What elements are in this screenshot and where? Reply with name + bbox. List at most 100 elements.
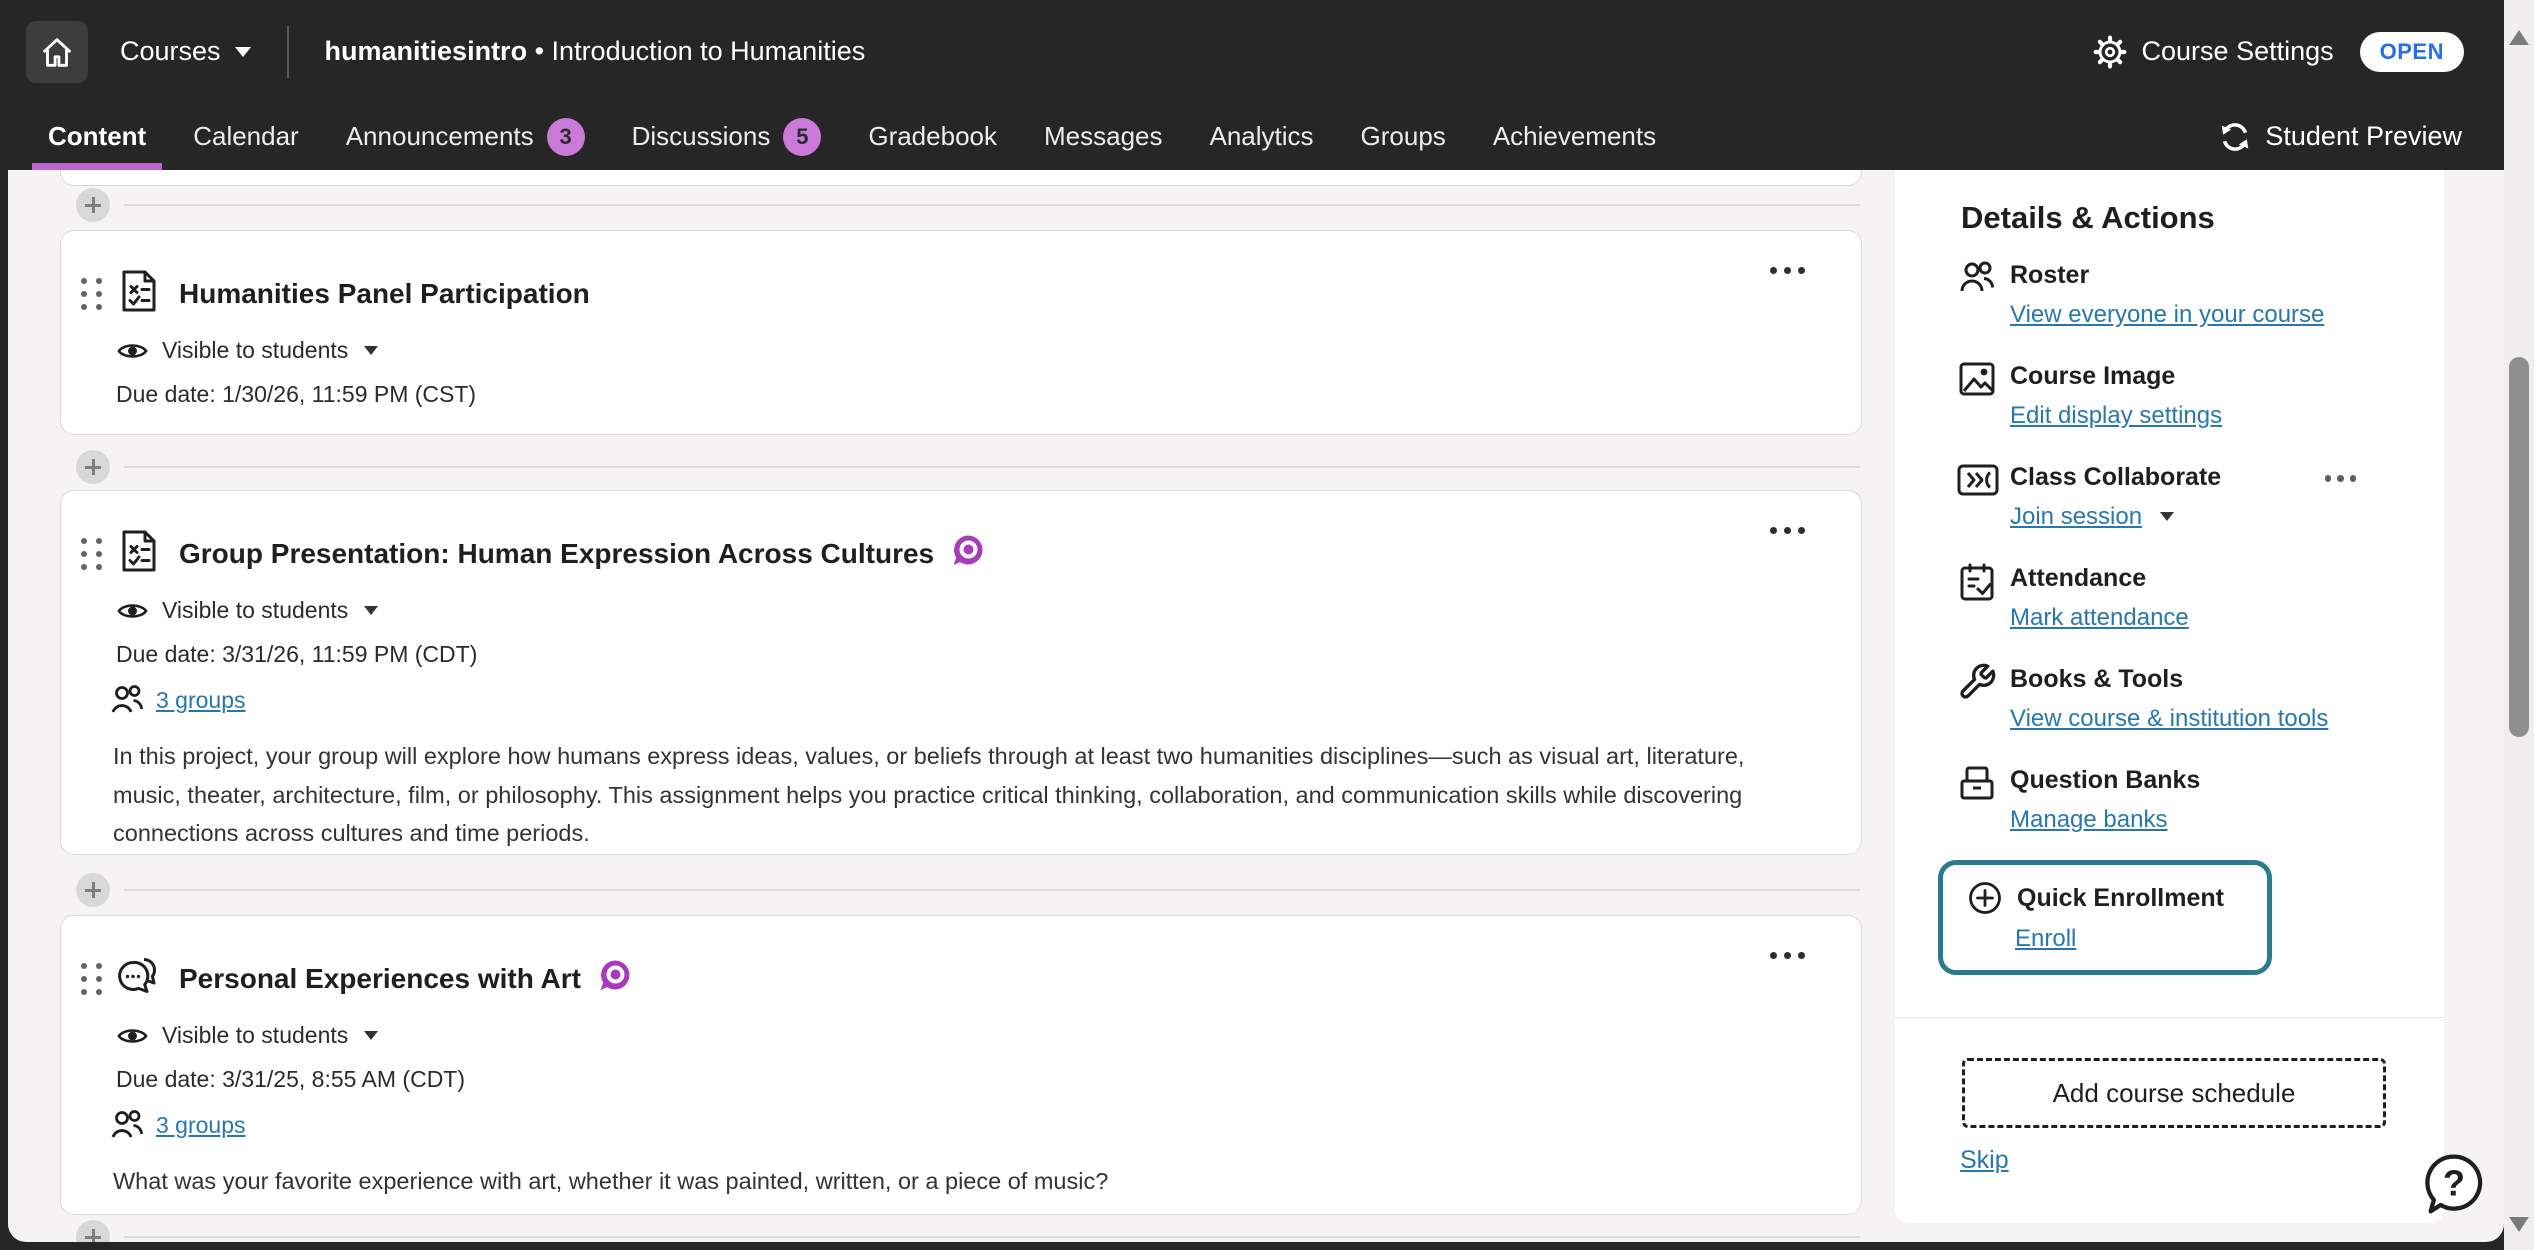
groups-link[interactable]: 3 groups bbox=[156, 687, 246, 714]
visibility-dropdown[interactable]: Visible to students bbox=[116, 597, 378, 624]
divider-line bbox=[124, 204, 1860, 206]
tab-announcements[interactable]: Announcements 3 bbox=[346, 103, 585, 170]
visibility-label: Visible to students bbox=[162, 597, 348, 624]
panel-item-label: Books & Tools bbox=[2010, 665, 2328, 694]
discussions-count-badge: 5 bbox=[783, 118, 821, 156]
content-card-discussion: Personal Experiences with Art Visible to… bbox=[60, 915, 1862, 1215]
add-content-divider bbox=[60, 450, 1862, 484]
top-bar: Courses humanitiesintro • Introduction t… bbox=[0, 0, 2504, 103]
attendance-icon bbox=[1957, 561, 1997, 632]
eye-icon bbox=[116, 599, 149, 623]
visibility-dropdown[interactable]: Visible to students bbox=[116, 337, 378, 364]
panel-item-label: Roster bbox=[2010, 261, 2324, 290]
scroll-up-arrow[interactable] bbox=[2509, 30, 2529, 45]
drag-handle-icon[interactable] bbox=[81, 278, 102, 310]
add-content-button[interactable] bbox=[76, 188, 110, 222]
header-divider bbox=[287, 26, 289, 78]
tab-gradebook[interactable]: Gradebook bbox=[868, 103, 997, 170]
drag-handle-icon[interactable] bbox=[81, 963, 102, 995]
tab-label: Calendar bbox=[193, 121, 299, 152]
tab-label: Announcements bbox=[346, 121, 534, 152]
manage-banks-link[interactable]: Manage banks bbox=[2010, 806, 2167, 834]
chevron-down-icon bbox=[364, 1031, 378, 1040]
tab-content[interactable]: Content bbox=[48, 103, 146, 170]
panel-item-label: Class Collaborate bbox=[2010, 463, 2221, 492]
question-banks-icon bbox=[1957, 763, 1997, 834]
panel-title: Details & Actions bbox=[1961, 200, 2444, 236]
skip-link[interactable]: Skip bbox=[1960, 1146, 2009, 1175]
open-status-badge[interactable]: OPEN bbox=[2360, 32, 2464, 72]
enroll-link[interactable]: Enroll bbox=[2015, 925, 2076, 953]
tab-label: Content bbox=[48, 121, 146, 152]
courses-label: Courses bbox=[120, 36, 221, 67]
blackboard-course-page: Courses humanitiesintro • Introduction t… bbox=[0, 0, 2534, 1250]
add-course-schedule-button[interactable]: Add course schedule bbox=[1962, 1058, 2386, 1128]
student-preview-button[interactable]: Student Preview bbox=[2218, 103, 2462, 170]
card-menu-button[interactable] bbox=[1764, 521, 1811, 540]
tab-groups[interactable]: Groups bbox=[1361, 103, 1446, 170]
groups-link[interactable]: 3 groups bbox=[156, 1112, 246, 1139]
course-tab-bar: Content Calendar Announcements 3 Discuss… bbox=[0, 103, 2504, 170]
home-button[interactable] bbox=[26, 21, 88, 83]
add-content-button[interactable] bbox=[76, 450, 110, 484]
chevron-down-icon bbox=[364, 606, 378, 615]
divider-line bbox=[124, 466, 1860, 468]
add-content-button[interactable] bbox=[76, 1220, 110, 1242]
chevron-down-icon bbox=[235, 47, 251, 57]
visibility-dropdown[interactable]: Visible to students bbox=[116, 1022, 378, 1049]
panel-item-collaborate: Class Collaborate Join session bbox=[1957, 463, 2424, 531]
card-menu-button[interactable] bbox=[1764, 261, 1811, 280]
join-session-link[interactable]: Join session bbox=[2010, 503, 2142, 531]
divider-line bbox=[124, 1236, 1860, 1238]
collaborate-menu-button[interactable] bbox=[2321, 471, 2361, 486]
drag-handle-icon[interactable] bbox=[81, 538, 102, 570]
partial-card-above bbox=[60, 170, 1862, 186]
tab-discussions[interactable]: Discussions 5 bbox=[632, 103, 822, 170]
groups-row: 3 groups bbox=[109, 682, 246, 718]
wrench-icon bbox=[1957, 662, 1997, 733]
help-button[interactable]: ? bbox=[2422, 1152, 2486, 1216]
item-description: What was your favorite experience with a… bbox=[113, 1162, 1773, 1201]
content-item-title[interactable]: Personal Experiences with Art bbox=[179, 963, 581, 995]
courses-menu[interactable]: Courses bbox=[120, 36, 251, 67]
panel-item-roster: Roster View everyone in your course bbox=[1957, 261, 2424, 329]
details-actions-panel: Details & Actions Roster View everyone i… bbox=[1895, 170, 2444, 1223]
add-content-divider bbox=[60, 1220, 1862, 1242]
card-menu-button[interactable] bbox=[1764, 946, 1811, 965]
card-header: Humanities Panel Participation bbox=[61, 231, 1861, 320]
edit-display-settings-link[interactable]: Edit display settings bbox=[2010, 402, 2222, 430]
scroll-down-arrow[interactable] bbox=[2509, 1217, 2529, 1232]
course-name: Introduction to Humanities bbox=[552, 36, 866, 66]
view-tools-link[interactable]: View course & institution tools bbox=[2010, 705, 2328, 733]
tab-label: Gradebook bbox=[868, 121, 997, 152]
eye-icon bbox=[116, 1024, 149, 1048]
tab-analytics[interactable]: Analytics bbox=[1210, 103, 1314, 170]
student-preview-label: Student Preview bbox=[2265, 121, 2462, 152]
chevron-down-icon bbox=[364, 346, 378, 355]
conversation-icon bbox=[597, 958, 633, 999]
roster-link[interactable]: View everyone in your course bbox=[2010, 301, 2324, 329]
tab-messages[interactable]: Messages bbox=[1044, 103, 1163, 170]
groups-row: 3 groups bbox=[109, 1107, 246, 1143]
content-item-title[interactable]: Group Presentation: Human Expression Acr… bbox=[179, 538, 934, 570]
panel-item-label: Attendance bbox=[2010, 564, 2189, 593]
chevron-down-icon bbox=[2160, 512, 2174, 521]
content-item-title[interactable]: Humanities Panel Participation bbox=[179, 278, 590, 310]
roster-icon bbox=[1957, 258, 1997, 329]
mark-attendance-link[interactable]: Mark attendance bbox=[2010, 604, 2189, 632]
panel-item-label: Quick Enrollment bbox=[2017, 884, 2224, 913]
panel-item-question-banks: Question Banks Manage banks bbox=[1957, 766, 2424, 834]
tab-calendar[interactable]: Calendar bbox=[193, 103, 299, 170]
course-id: humanitiesintro bbox=[325, 36, 528, 66]
scrollbar-thumb[interactable] bbox=[2509, 357, 2529, 737]
home-icon bbox=[38, 33, 76, 71]
tab-achievements[interactable]: Achievements bbox=[1493, 103, 1656, 170]
course-settings-button[interactable]: Course Settings bbox=[2092, 34, 2334, 70]
tab-label: Groups bbox=[1361, 121, 1446, 152]
quick-enrollment-highlight-box: Quick Enrollment Enroll bbox=[1938, 860, 2272, 975]
add-content-button[interactable] bbox=[76, 873, 110, 907]
content-card-assignment-2: Group Presentation: Human Expression Acr… bbox=[60, 490, 1862, 855]
card-header: Group Presentation: Human Expression Acr… bbox=[61, 491, 1861, 580]
assignment-icon bbox=[115, 527, 163, 580]
discussion-icon bbox=[115, 952, 163, 1005]
